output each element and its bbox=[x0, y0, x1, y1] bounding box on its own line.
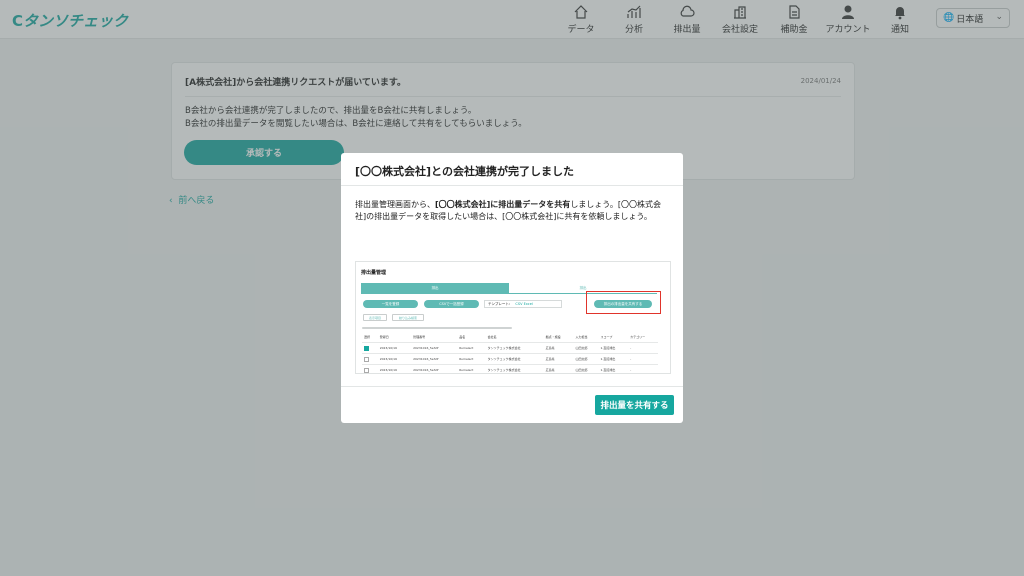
cell: 2023/10/16 bbox=[377, 364, 412, 373]
preview-tab-1: 排出 bbox=[361, 283, 509, 294]
cell: 1.直接排出 bbox=[598, 353, 629, 365]
preview-scrollbar bbox=[362, 327, 512, 329]
col: 入力担当 bbox=[573, 332, 599, 343]
table-row: 2023/10/16 20231016_5e3df Rumelect タンソチェ… bbox=[362, 353, 658, 365]
cell: 広島県 bbox=[543, 364, 574, 373]
cell: 1.直接排出 bbox=[598, 342, 629, 354]
cell: Rumelect bbox=[457, 353, 486, 365]
highlight-box bbox=[586, 291, 661, 314]
cell: タンソチェック株式会社 bbox=[485, 353, 544, 365]
cell: 1.直接排出 bbox=[598, 364, 629, 373]
desc-pre: 排出量管理画面から、 bbox=[355, 200, 435, 209]
cell: - bbox=[628, 364, 658, 373]
col: 品名 bbox=[457, 332, 486, 343]
preview-template: テンプレート： CSV Excel bbox=[484, 300, 562, 308]
cell: - bbox=[628, 342, 658, 354]
cell: 広島県 bbox=[543, 353, 574, 365]
emissions-screen-preview: 排出量管理 排出 排出 一覧を登録 CSVで一括登録 テンプレート： CSV E… bbox=[355, 261, 671, 374]
col: 会社名 bbox=[485, 332, 544, 343]
preview-template-label: テンプレート： bbox=[488, 301, 513, 306]
divider bbox=[341, 185, 683, 186]
cell: Rumelect bbox=[457, 342, 486, 354]
checkbox bbox=[364, 367, 369, 373]
table-row: 2023/10/16 20231016_5e3df Rumelect タンソチェ… bbox=[362, 364, 658, 373]
preview-template-links: CSV Excel bbox=[515, 302, 533, 306]
col: 選択 bbox=[362, 332, 378, 343]
cell: - bbox=[628, 353, 658, 365]
cell: 2023/10/16 bbox=[377, 342, 412, 354]
checkbox bbox=[364, 356, 369, 362]
modal-description: 排出量管理画面から、[〇〇株式会社]に排出量データを共有しましょう。[〇〇株式会… bbox=[355, 199, 669, 223]
cell: 広島県 bbox=[543, 342, 574, 354]
preview-csv-button: CSVで一括登録 bbox=[424, 300, 479, 308]
col: カテゴリー bbox=[628, 332, 658, 343]
preview-filter-button: 絞り込み検索 bbox=[392, 314, 424, 321]
cell: タンソチェック株式会社 bbox=[485, 364, 544, 373]
col: 登録日 bbox=[377, 332, 412, 343]
col: 拠点・施設 bbox=[543, 332, 574, 343]
desc-bold: [〇〇株式会社]に排出量データを共有 bbox=[435, 200, 571, 209]
checkbox-checked bbox=[364, 345, 369, 351]
preview-title: 排出量管理 bbox=[361, 270, 387, 276]
cell: 山田太郎 bbox=[573, 353, 599, 365]
cell: 20231016_5e3df bbox=[411, 364, 458, 373]
cell: 20231016_5e3df bbox=[411, 353, 458, 365]
preview-table: 選択 登録日 管理番号 品名 会社名 拠点・施設 入力担当 スコープ カテゴリー… bbox=[362, 332, 658, 373]
divider bbox=[341, 386, 683, 387]
cell: 2023/10/16 bbox=[377, 353, 412, 365]
cell: Rumelect bbox=[457, 364, 486, 373]
cell: 20231016_5e3df bbox=[411, 342, 458, 354]
preview-register-button: 一覧を登録 bbox=[363, 300, 418, 308]
col: スコープ bbox=[598, 332, 629, 343]
link-complete-modal: [〇〇株式会社]との会社連携が完了しました 排出量管理画面から、[〇〇株式会社]… bbox=[341, 153, 683, 423]
table-row: 2023/10/16 20231016_5e3df Rumelect タンソチェ… bbox=[362, 342, 658, 354]
cell: タンソチェック株式会社 bbox=[485, 342, 544, 354]
preview-table-header: 選択 登録日 管理番号 品名 会社名 拠点・施設 入力担当 スコープ カテゴリー bbox=[362, 332, 658, 343]
modal-title: [〇〇株式会社]との会社連携が完了しました bbox=[355, 165, 574, 178]
share-emissions-button[interactable]: 排出量を共有する bbox=[595, 395, 674, 415]
cell: 山田太郎 bbox=[573, 342, 599, 354]
cell: 山田太郎 bbox=[573, 364, 599, 373]
preview-columns-button: 表示項目 bbox=[363, 314, 387, 321]
col: 管理番号 bbox=[411, 332, 458, 343]
